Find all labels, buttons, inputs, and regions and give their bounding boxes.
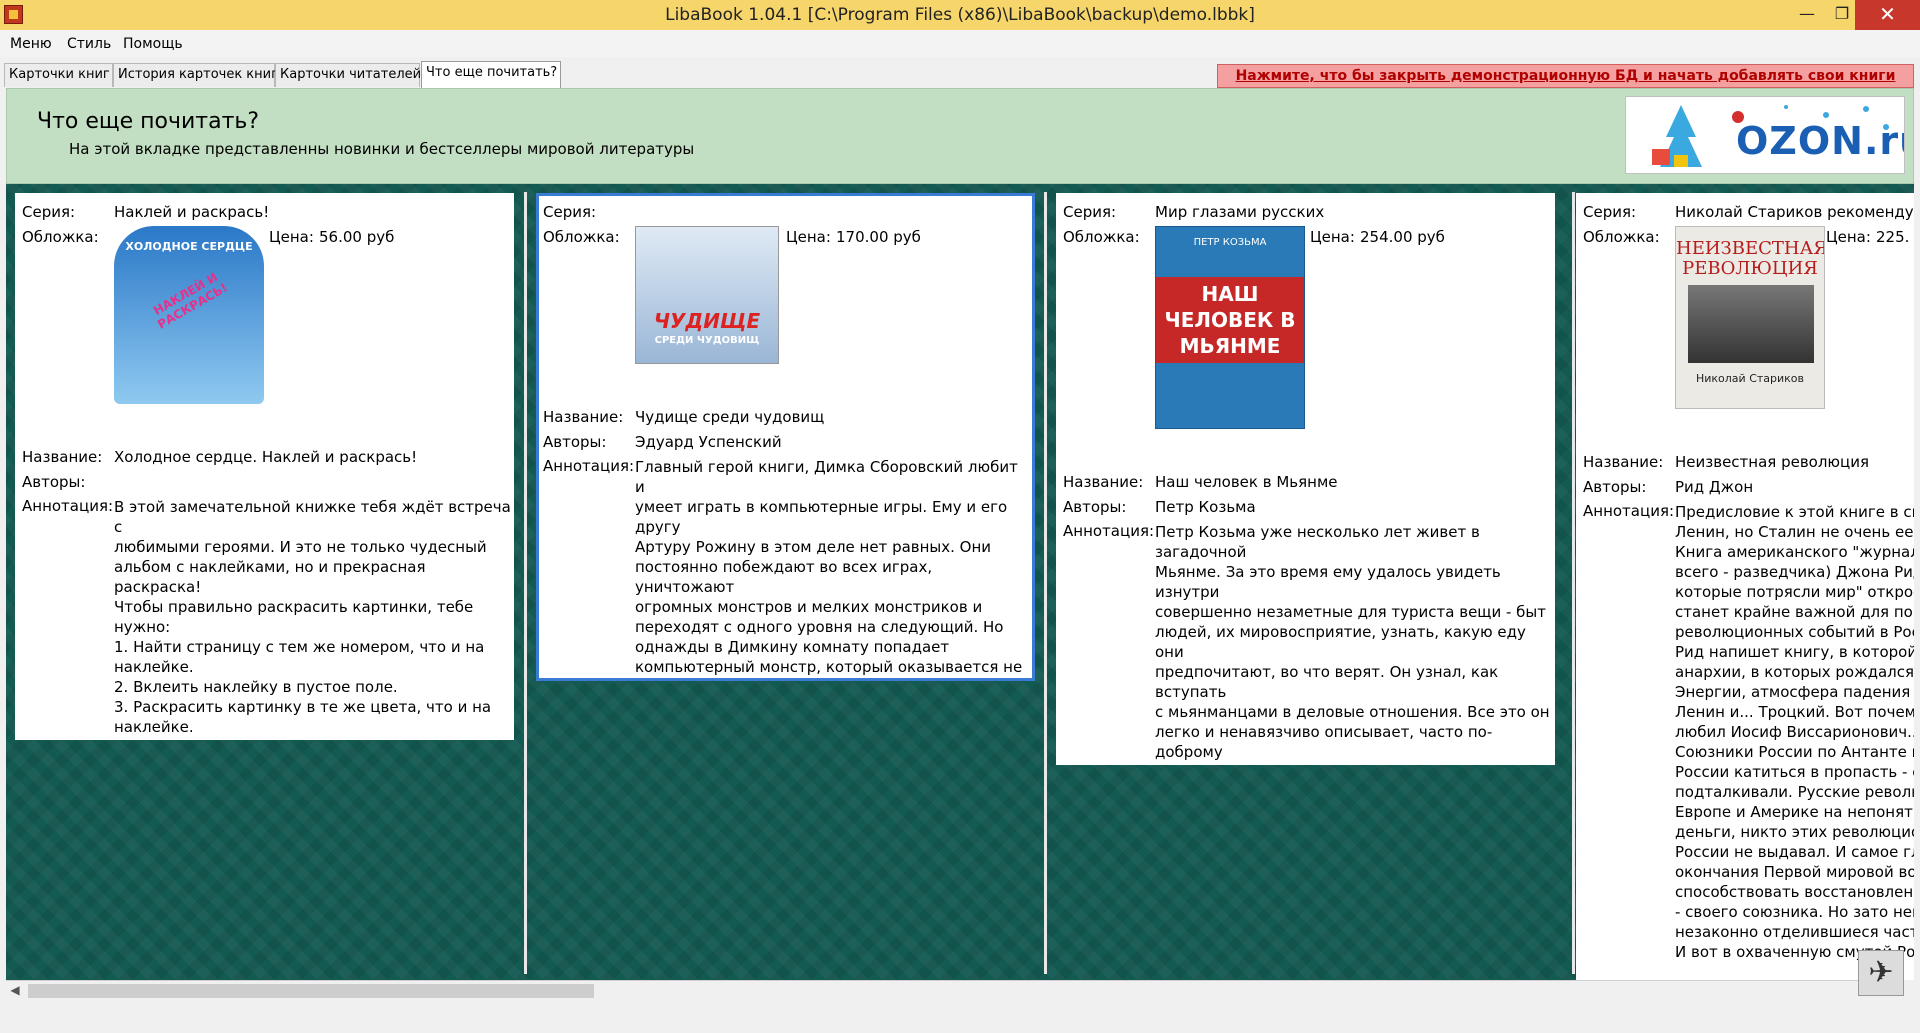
book-cover[interactable]: ЧУДИЩЕ СРЕДИ ЧУДОВИЩ	[635, 226, 779, 364]
name-label: Название:	[1583, 453, 1664, 471]
menu-item-style[interactable]: Стиль	[67, 36, 111, 52]
menu-item-menu[interactable]: Меню	[10, 36, 52, 52]
series-label: Серия:	[22, 203, 76, 221]
authors-label: Авторы:	[22, 473, 86, 491]
cover-label: Обложка:	[1583, 228, 1660, 246]
book-series: Наклей и раскрась!	[114, 203, 270, 221]
menu-item-help[interactable]: Помощь	[123, 36, 183, 52]
book-card[interactable]: Серия: Обложка: ЧУДИЩЕ СРЕДИ ЧУДОВИЩ Цен…	[536, 193, 1035, 681]
book-authors: Петр Козьма	[1155, 498, 1256, 516]
book-cover[interactable]: ПЕТР КОЗЬМА НАШ ЧЕЛОВЕК В МЬЯНМЕ	[1155, 226, 1305, 429]
status-bar	[0, 1002, 1920, 1033]
book-cover[interactable]: НЕИЗВЕСТНАЯ РЕВОЛЮЦИЯ Николай Стариков	[1675, 226, 1825, 409]
annotation-label: Аннотация:	[22, 497, 114, 515]
book-price: 56.00 руб	[319, 228, 395, 246]
book-annotation: Предисловие к этой книге в своє Ленин, н…	[1675, 503, 1914, 961]
cover-title-text: ЧУДИЩЕ	[653, 309, 761, 333]
book-series: Мир глазами русских	[1155, 203, 1325, 221]
book-price: 225.	[1876, 228, 1910, 246]
ozon-logo-text: OZON.ru	[1736, 119, 1904, 163]
cover-title-text: НАШ ЧЕЛОВЕК В МЬЯНМЕ	[1156, 277, 1304, 363]
name-label: Название:	[543, 408, 624, 426]
book-cover[interactable]: ХОЛОДНОЕ СЕРДЦЕ НАКЛЕЙ И РАСКРАСЬ!	[114, 226, 264, 404]
authors-label: Авторы:	[543, 433, 607, 451]
annotation-label: Аннотация:	[543, 457, 635, 475]
book-price: 254.00 руб	[1360, 228, 1445, 246]
scroll-left-icon[interactable]: ◀	[6, 983, 24, 999]
book-annotation: Главный герой книги, Димка Сборовский лю…	[635, 458, 1023, 676]
title-bar: LibaBook 1.04.1 [C:\Program Files (x86)\…	[0, 0, 1920, 31]
window-title: LibaBook 1.04.1 [C:\Program Files (x86)\…	[665, 5, 1255, 25]
name-label: Название:	[1063, 473, 1144, 491]
annotation-label: Аннотация:	[1063, 522, 1155, 540]
name-label: Название:	[22, 448, 103, 466]
book-series: Николай Стариков рекомендует	[1675, 203, 1914, 221]
cover-subtitle-text: Николай Стариков	[1695, 372, 1805, 385]
book-annotation: В этой замечательной книжке тебя ждёт вс…	[114, 498, 511, 740]
tab-book-cards[interactable]: Карточки книг	[4, 63, 113, 87]
book-name: Наш человек в Мьянме	[1155, 473, 1338, 491]
authors-label: Авторы:	[1583, 478, 1647, 496]
cover-subtitle-text: ПЕТР КОЗЬМА	[1193, 237, 1267, 248]
tab-what-to-read[interactable]: Что еще почитать?	[421, 61, 561, 89]
price-label: Цена:	[1310, 228, 1355, 246]
cover-label: Обложка:	[543, 228, 620, 246]
series-label: Серия:	[1583, 203, 1637, 221]
price-label: Цена:	[1826, 228, 1871, 246]
close-demo-link[interactable]: Нажмите, что бы закрыть демонстрационную…	[1217, 64, 1914, 88]
book-card[interactable]: Серия: Наклей и раскрась! Обложка: ХОЛОД…	[15, 193, 514, 740]
authors-label: Авторы:	[1063, 498, 1127, 516]
cover-label: Обложка:	[1063, 228, 1140, 246]
cover-subtitle-text: НАКЛЕЙ И РАСКРАСЬ!	[150, 269, 230, 332]
column-divider	[1572, 192, 1575, 974]
cover-subtitle-text: СРЕДИ ЧУДОВИЩ	[654, 335, 760, 346]
cover-photo	[1688, 285, 1814, 363]
page-title: Что еще почитать?	[37, 109, 260, 134]
horizontal-scrollbar[interactable]: ◀	[6, 980, 1866, 1001]
series-label: Серия:	[1063, 203, 1117, 221]
what-to-read-header: Что еще почитать? На этой вкладке предст…	[6, 88, 1914, 184]
cover-title-text: ХОЛОДНОЕ СЕРДЦЕ	[125, 240, 253, 253]
books-panel: Серия: Наклей и раскрась! Обложка: ХОЛОД…	[6, 184, 1914, 980]
annotation-label: Аннотация:	[1583, 502, 1675, 520]
price-label: Цена:	[786, 228, 831, 246]
series-label: Серия:	[543, 203, 597, 221]
page-subtitle: На этой вкладке представленны новинки и …	[69, 140, 695, 158]
price-label: Цена:	[269, 228, 314, 246]
close-icon[interactable]: ✕	[1855, 0, 1920, 30]
tab-book-card-history[interactable]: История карточек книг	[113, 63, 278, 87]
cover-title-text: НЕИЗВЕСТНАЯ РЕВОЛЮЦИЯ	[1676, 238, 1825, 279]
pin-icon[interactable]: ✈	[1858, 950, 1904, 996]
tab-reader-cards[interactable]: Карточки читателей	[275, 63, 421, 87]
cover-label: Обложка:	[22, 228, 99, 246]
book-name: Холодное сердце. Наклей и раскрась!	[114, 448, 418, 466]
book-name: Чудище среди чудовищ	[635, 408, 825, 426]
book-card[interactable]: Серия: Николай Стариков рекомендует Обло…	[1576, 193, 1914, 980]
book-authors: Рид Джон	[1675, 478, 1754, 496]
book-price: 170.00 руб	[836, 228, 921, 246]
column-divider	[524, 192, 527, 974]
scrollbar-thumb[interactable]	[28, 984, 594, 998]
column-divider	[1044, 192, 1047, 974]
book-annotation: Петр Козьма уже несколько лет живет в за…	[1155, 523, 1550, 765]
book-name: Неизвестная революция	[1675, 453, 1870, 471]
book-card[interactable]: Серия: Мир глазами русских Обложка: ПЕТР…	[1056, 193, 1555, 765]
book-authors: Эдуард Успенский	[635, 433, 782, 451]
menu-bar: Меню Стиль Помощь	[0, 30, 1920, 57]
ozon-logo[interactable]: OZON.ru	[1625, 96, 1905, 174]
